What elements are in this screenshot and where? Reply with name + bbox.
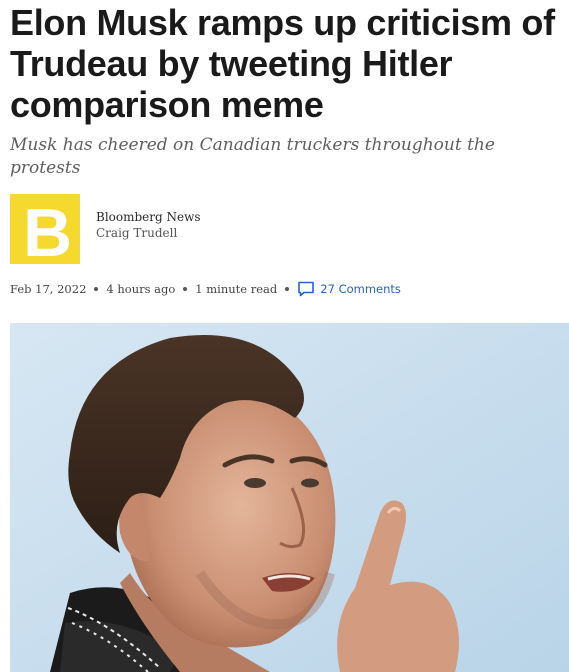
bloomberg-b-icon: B bbox=[10, 194, 80, 264]
bloomberg-logo[interactable]: B bbox=[10, 194, 80, 264]
read-time: 1 minute read bbox=[195, 282, 278, 296]
separator-dot bbox=[94, 287, 99, 291]
portrait-photo bbox=[10, 323, 569, 672]
byline-text: Bloomberg News Craig Trudell bbox=[96, 209, 201, 241]
speech-bubble-icon bbox=[297, 280, 315, 298]
publish-date: Feb 17, 2022 bbox=[10, 282, 87, 296]
author-name[interactable]: Craig Trudell bbox=[96, 225, 201, 241]
subheadline: Musk has cheered on Canadian truckers th… bbox=[10, 135, 495, 178]
source-name[interactable]: Bloomberg News bbox=[96, 209, 201, 225]
separator-dot bbox=[285, 287, 290, 291]
headline: Elon Musk ramps up criticism of Trudeau … bbox=[10, 2, 555, 125]
hero-image[interactable] bbox=[10, 323, 569, 672]
svg-text:B: B bbox=[23, 195, 72, 264]
time-ago: 4 hours ago bbox=[106, 282, 176, 296]
separator-dot bbox=[183, 287, 188, 291]
comments-link[interactable]: 27 Comments bbox=[297, 280, 401, 298]
byline: B Bloomberg News Craig Trudell bbox=[10, 194, 565, 264]
comments-count: 27 Comments bbox=[320, 282, 401, 296]
article: Elon Musk ramps up criticism of Trudeau … bbox=[10, 0, 565, 299]
article-meta: Feb 17, 2022 4 hours ago 1 minute read 2… bbox=[10, 279, 565, 299]
